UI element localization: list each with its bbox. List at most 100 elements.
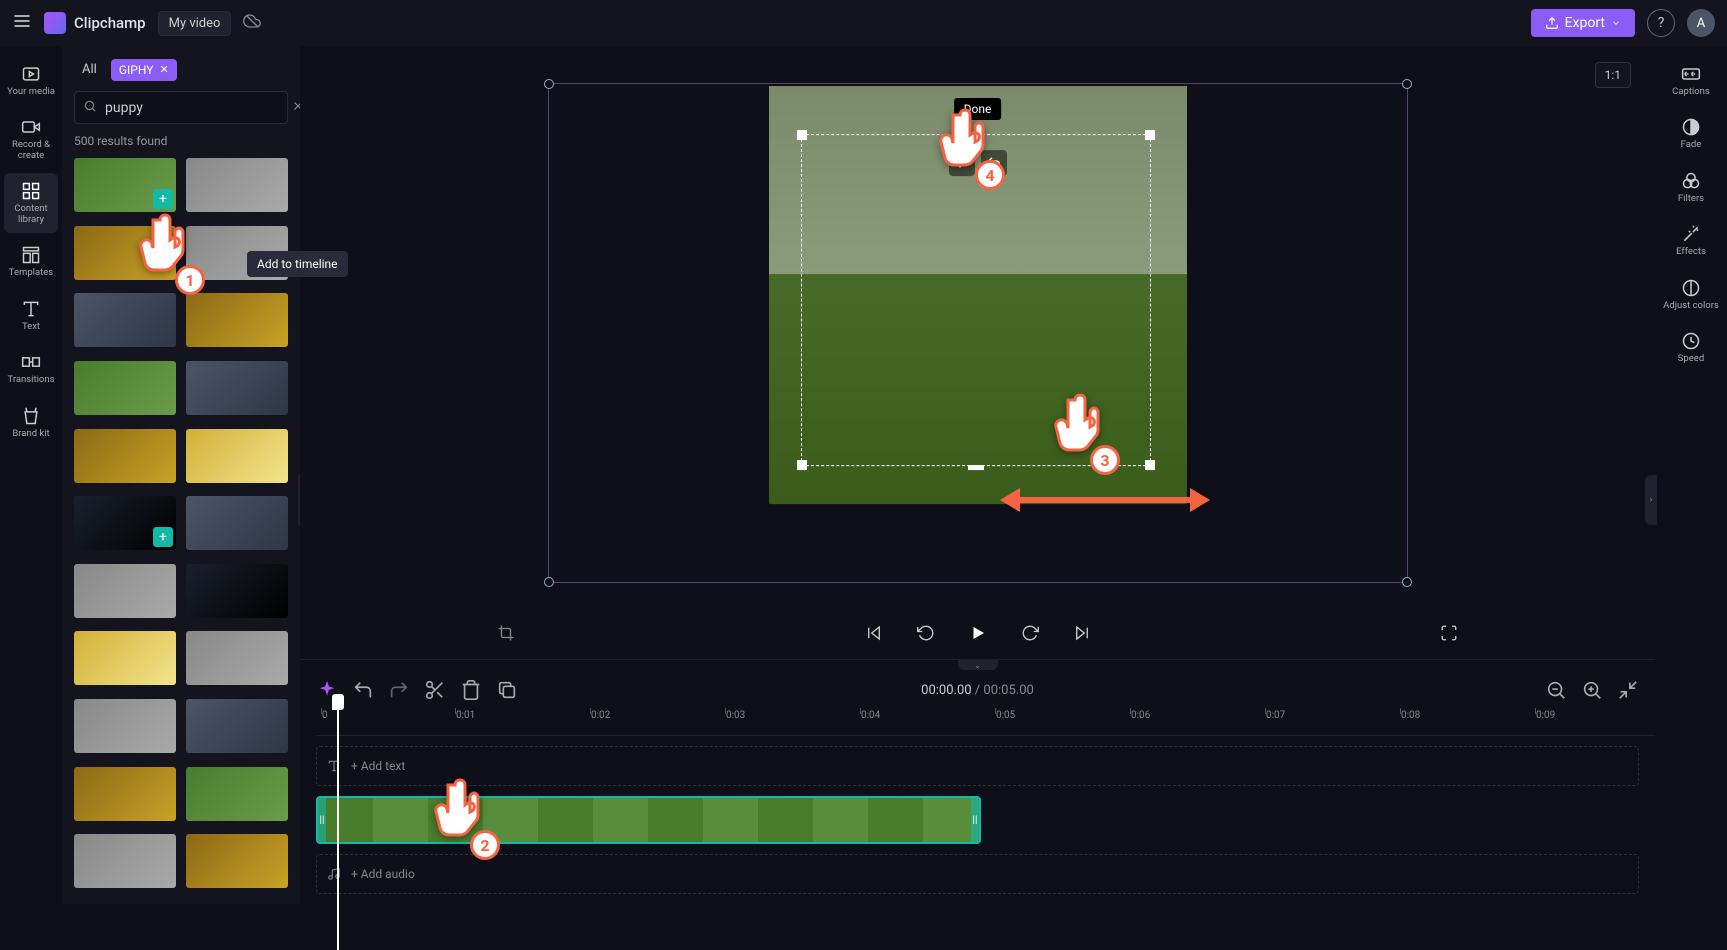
crop-undo-button[interactable] — [981, 150, 1007, 176]
media-thumbnail[interactable]: + — [74, 158, 176, 212]
media-thumbnail[interactable] — [186, 429, 288, 483]
media-thumbnail[interactable] — [186, 293, 288, 347]
crop-handle[interactable] — [1145, 130, 1155, 140]
rail-adjust-colors[interactable]: Adjust colors — [1661, 270, 1721, 319]
menu-icon[interactable] — [12, 11, 32, 35]
filter-chip-label: GIPHY — [119, 63, 154, 77]
media-thumbnail[interactable] — [74, 699, 176, 753]
video-clip[interactable]: || || — [316, 796, 981, 844]
media-thumbnail[interactable] — [74, 631, 176, 685]
canvas-resize-handle[interactable] — [544, 79, 554, 89]
close-icon[interactable]: ✕ — [159, 63, 168, 76]
media-thumbnail[interactable] — [74, 564, 176, 618]
canvas-resize-handle[interactable] — [1402, 79, 1412, 89]
delete-button[interactable] — [460, 679, 482, 701]
fullscreen-button[interactable] — [1435, 619, 1463, 647]
video-player[interactable] — [769, 86, 1187, 504]
clip-trim-left-handle[interactable]: || — [318, 798, 326, 842]
clip-trim-right-handle[interactable]: || — [971, 798, 979, 842]
media-thumbnail[interactable] — [186, 158, 288, 212]
media-thumbnail[interactable] — [186, 834, 288, 888]
timeline-ruler[interactable]: 0 0:01 0:02 0:03 0:04 0:05 0:06 0:07 0:0… — [316, 710, 1655, 736]
media-thumbnail[interactable] — [74, 834, 176, 888]
split-button[interactable] — [424, 679, 446, 701]
canvas-resize-handle[interactable] — [1402, 577, 1412, 587]
skip-forward-button[interactable] — [1068, 619, 1096, 647]
media-thumbnail[interactable]: + — [74, 496, 176, 550]
filter-chip-giphy[interactable]: GIPHY ✕ — [111, 59, 177, 81]
forward-5s-button[interactable] — [1016, 619, 1044, 647]
media-thumbnail[interactable] — [186, 767, 288, 821]
project-name-input[interactable]: My video — [158, 11, 232, 36]
zoom-in-button[interactable] — [1581, 679, 1603, 701]
undo-button[interactable] — [352, 679, 374, 701]
rail-label: Filters — [1678, 194, 1704, 204]
rail-label: Content library — [6, 204, 56, 225]
crop-handle[interactable] — [1145, 460, 1155, 470]
help-icon[interactable]: ? — [1647, 9, 1675, 37]
media-thumbnail[interactable] — [186, 699, 288, 753]
skip-back-button[interactable] — [860, 619, 888, 647]
rail-brand-kit[interactable]: Brand kit — [4, 398, 58, 447]
crop-handle[interactable] — [968, 465, 984, 470]
rail-text[interactable]: Text — [4, 291, 58, 340]
canvas-resize-handle[interactable] — [544, 577, 554, 587]
cloud-sync-icon[interactable] — [243, 12, 261, 34]
rail-captions[interactable]: Captions — [1661, 56, 1721, 105]
add-audio-track[interactable]: + Add audio — [316, 854, 1639, 894]
user-avatar[interactable]: A — [1687, 9, 1715, 37]
duration: 00:05.00 — [983, 683, 1033, 698]
rail-your-media[interactable]: Your media — [4, 56, 58, 105]
add-text-track[interactable]: + Add text — [316, 746, 1639, 786]
search-box[interactable] — [74, 91, 288, 124]
rail-record-create[interactable]: Record & create — [4, 109, 58, 169]
crop-tool-icon[interactable] — [492, 619, 520, 647]
add-text-label: + Add text — [351, 759, 405, 773]
media-thumbnail[interactable] — [74, 361, 176, 415]
export-button[interactable]: Export — [1531, 9, 1635, 37]
rail-transitions[interactable]: Transitions — [4, 344, 58, 393]
export-label: Export — [1565, 15, 1605, 31]
redo-button[interactable] — [388, 679, 410, 701]
canvas-frame[interactable] — [548, 83, 1408, 583]
play-button[interactable] — [964, 619, 992, 647]
search-input[interactable] — [105, 100, 283, 116]
ruler-tick: 0:02 — [591, 710, 610, 721]
rightrail-collapse-handle[interactable]: › — [1645, 475, 1657, 525]
rail-fade[interactable]: Fade — [1661, 109, 1721, 158]
filter-all[interactable]: All — [74, 58, 105, 81]
ruler-tick: 0:08 — [1401, 710, 1420, 721]
fit-timeline-button[interactable] — [1617, 679, 1639, 701]
rail-content-library[interactable]: Content library — [4, 173, 58, 233]
canvas-area: Done 1:1 — [300, 46, 1655, 619]
rewind-5s-button[interactable] — [912, 619, 940, 647]
media-thumbnail[interactable] — [74, 226, 176, 280]
ruler-tick: 0:09 — [1536, 710, 1555, 721]
media-thumbnail[interactable] — [74, 429, 176, 483]
crop-handle[interactable] — [797, 130, 807, 140]
rail-speed[interactable]: Speed — [1661, 323, 1721, 372]
media-thumbnail[interactable] — [186, 564, 288, 618]
crop-handle[interactable] — [797, 460, 807, 470]
zoom-out-button[interactable] — [1545, 679, 1567, 701]
rail-filters[interactable]: Filters — [1661, 163, 1721, 212]
playhead[interactable] — [332, 694, 344, 710]
search-icon — [83, 98, 97, 117]
rail-effects[interactable]: Effects — [1661, 216, 1721, 265]
rail-templates[interactable]: Templates — [4, 237, 58, 286]
media-thumbnail[interactable] — [186, 496, 288, 550]
media-thumbnail[interactable] — [186, 361, 288, 415]
video-track[interactable]: || || — [316, 796, 1639, 844]
timeline-collapse-button[interactable]: ⌄ — [958, 660, 998, 670]
media-thumbnail[interactable] — [186, 631, 288, 685]
media-thumbnail[interactable] — [74, 293, 176, 347]
duplicate-button[interactable] — [496, 679, 518, 701]
crop-selection[interactable] — [801, 134, 1151, 466]
media-thumbnail[interactable] — [74, 767, 176, 821]
right-rail: › Captions Fade Filters Effects Adjust c… — [1655, 46, 1727, 904]
add-to-timeline-badge[interactable]: + — [153, 527, 173, 547]
add-audio-label: + Add audio — [351, 867, 415, 881]
crop-confirm-button[interactable] — [949, 150, 975, 176]
add-to-timeline-badge[interactable]: + — [153, 189, 173, 209]
aspect-ratio-button[interactable]: 1:1 — [1595, 62, 1631, 88]
